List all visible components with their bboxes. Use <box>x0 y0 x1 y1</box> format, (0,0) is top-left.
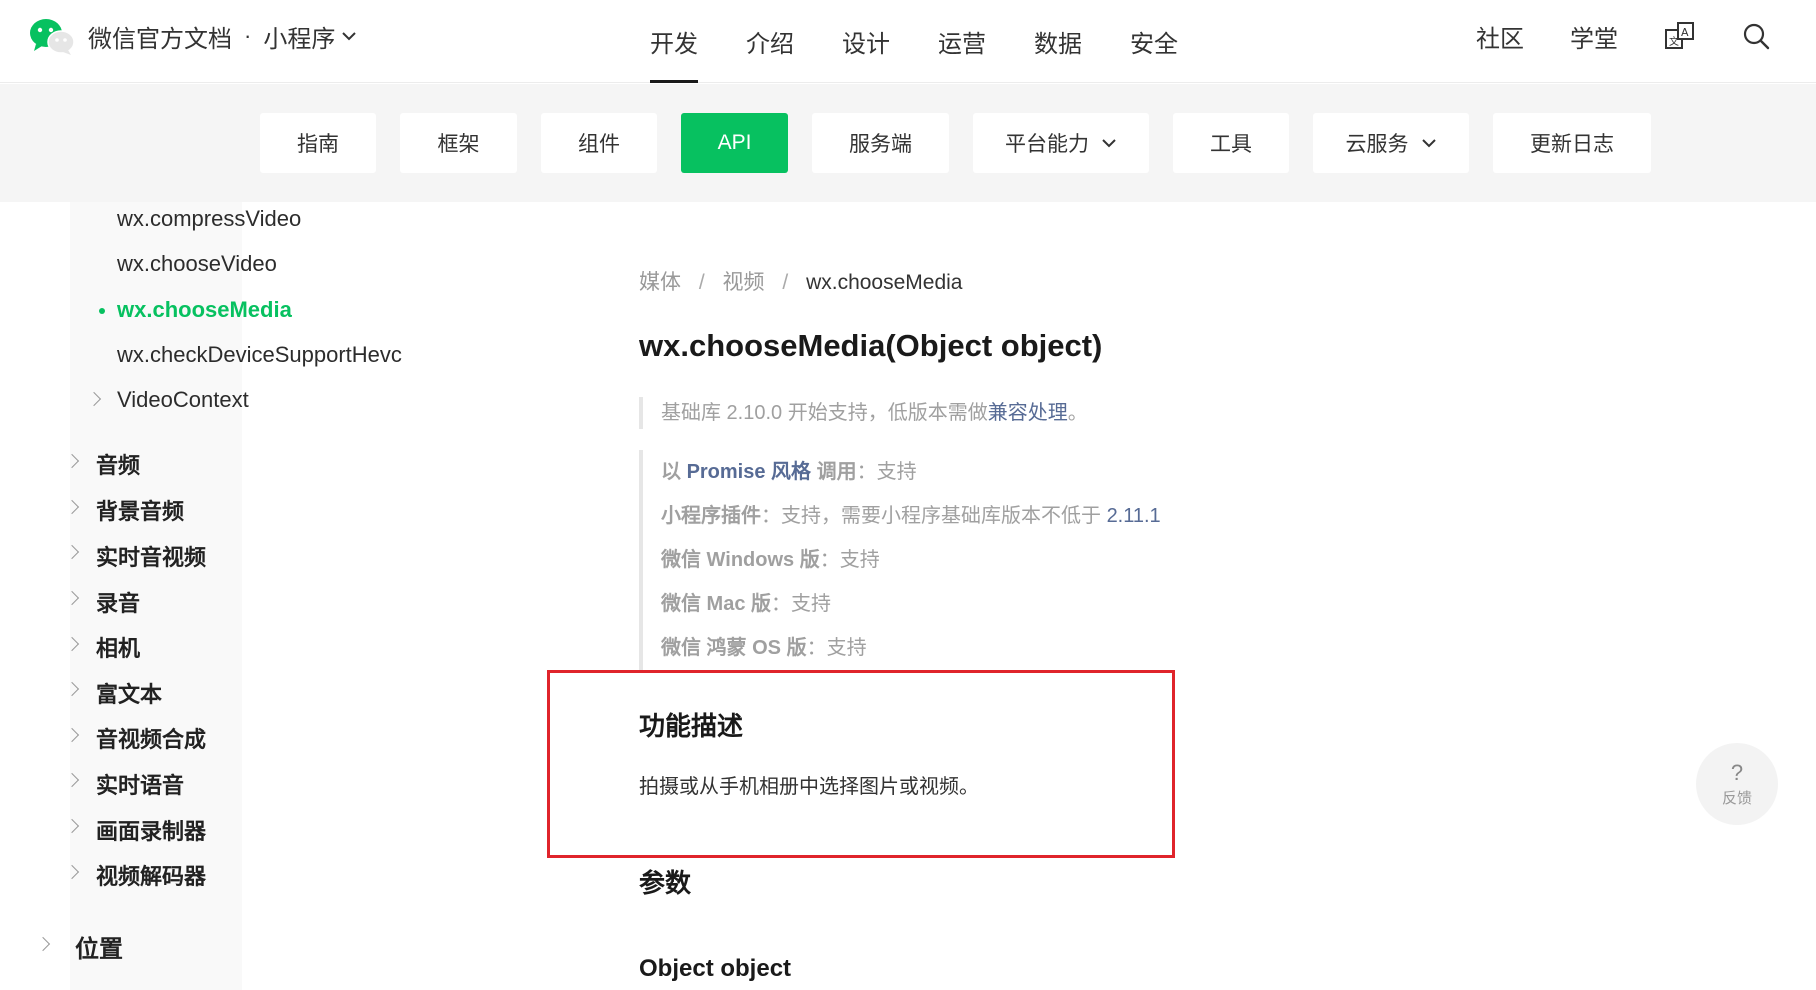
chevron-down-icon <box>1421 139 1436 148</box>
highlight-box <box>547 670 1175 858</box>
support-row-harmony: 微信 鸿蒙 OS 版：支持 <box>661 626 1161 670</box>
support-row-promise: 以 Promise 风格 调用：支持 <box>661 450 1161 494</box>
tab-label: 服务端 <box>849 133 912 156</box>
nav-security[interactable]: 安全 <box>1130 0 1178 83</box>
nav-design[interactable]: 设计 <box>842 0 890 83</box>
tab-tools[interactable]: 工具 <box>1173 113 1289 173</box>
support-value: ：支持 <box>856 461 917 483</box>
tab-platform[interactable]: 平台能力 <box>973 113 1149 173</box>
support-row-mac: 微信 Mac 版：支持 <box>661 582 1161 626</box>
page-title: wx.chooseMedia(Object object) <box>639 328 1103 363</box>
breadcrumb: 媒体 / 视频 / wx.chooseMedia <box>639 266 962 296</box>
sidebar-item-location[interactable]: 位置 <box>75 929 123 964</box>
tab-label: 平台能力 <box>1005 133 1089 156</box>
product-switcher[interactable]: 小程序 <box>263 19 357 54</box>
support-value: ：支持 <box>771 593 832 615</box>
support-row-plugin: 小程序插件：支持，需要小程序基础库版本不低于 2.11.1 <box>661 494 1161 538</box>
support-matrix: 以 Promise 风格 调用：支持 小程序插件：支持，需要小程序基础库版本不低… <box>639 450 1161 670</box>
wechat-logo-icon <box>28 16 76 56</box>
brand-separator: · <box>244 23 252 48</box>
support-label: 微信 Windows 版 <box>661 549 820 571</box>
sidebar-item-audio[interactable]: 音频 <box>96 448 140 480</box>
sidebar: wx.compressVideo wx.chooseVideo wx.choos… <box>0 202 494 990</box>
help-icon: ? <box>1730 759 1744 785</box>
support-note: 基础库 2.10.0 开始支持，低版本需做兼容处理。 <box>639 397 1088 429</box>
sidebar-item-recorder[interactable]: 录音 <box>96 586 140 618</box>
tab-components[interactable]: 组件 <box>541 113 657 173</box>
doc-content: 媒体 / 视频 / wx.chooseMedia wx.chooseMedia(… <box>494 202 1816 990</box>
support-value: ：支持 <box>806 637 867 659</box>
tab-label: 框架 <box>437 133 480 156</box>
support-value: ：支持，需要小程序基础库版本不低于 <box>761 505 1107 527</box>
nav-data[interactable]: 数据 <box>1034 0 1082 83</box>
sub-tab-bar: 指南 框架 组件 API 服务端 平台能力 工具 云服务 更新日志 <box>0 84 1816 202</box>
feedback-label: 反馈 <box>1721 789 1752 807</box>
main-nav: 开发 介绍 设计 运营 数据 安全 <box>650 0 1226 83</box>
support-note-end: 。 <box>1067 402 1088 424</box>
section-title-params: 参数 <box>639 868 692 898</box>
tab-guide[interactable]: 指南 <box>260 113 376 173</box>
sidebar-item-live[interactable]: 实时音视频 <box>96 540 206 572</box>
support-label: 微信 Mac 版 <box>661 593 772 615</box>
nav-develop[interactable]: 开发 <box>650 0 698 83</box>
chevron-down-icon <box>342 32 357 41</box>
nav-academy[interactable]: 学堂 <box>1570 19 1618 54</box>
compat-link[interactable]: 兼容处理 <box>988 402 1068 424</box>
support-row-windows: 微信 Windows 版：支持 <box>661 538 1161 582</box>
support-label: 调用 <box>811 461 857 483</box>
breadcrumb-video[interactable]: 视频 <box>723 271 765 294</box>
sidebar-item-video-decoder[interactable]: 视频解码器 <box>96 859 206 891</box>
tab-label: 指南 <box>297 133 339 156</box>
sidebar-item-screen-recorder[interactable]: 画面录制器 <box>96 814 206 846</box>
section-title-object: Object object <box>639 955 792 982</box>
breadcrumb-separator: / <box>698 271 705 294</box>
svg-text:A: A <box>1681 26 1689 39</box>
tab-label: 工具 <box>1210 133 1252 156</box>
support-value: ：支持 <box>819 549 880 571</box>
svg-text:文: 文 <box>1669 35 1679 48</box>
tab-label: 更新日志 <box>1530 133 1614 156</box>
nav-intro[interactable]: 介绍 <box>746 0 794 83</box>
breadcrumb-media[interactable]: 媒体 <box>639 271 681 294</box>
tab-framework[interactable]: 框架 <box>400 113 517 173</box>
sidebar-item-bg-audio[interactable]: 背景音频 <box>96 494 184 526</box>
tab-changelog[interactable]: 更新日志 <box>1493 113 1651 173</box>
tab-label: 云服务 <box>1345 133 1409 156</box>
tab-label: API <box>717 131 752 154</box>
nav-community[interactable]: 社区 <box>1476 19 1524 54</box>
support-label: 以 <box>661 461 687 483</box>
sidebar-item-camera[interactable]: 相机 <box>96 631 140 663</box>
search-icon[interactable] <box>1742 22 1770 50</box>
sidebar-item-video-context[interactable]: VideoContext <box>117 387 249 413</box>
support-note-text: 基础库 2.10.0 开始支持，低版本需做 <box>661 402 988 424</box>
brand-title: 微信官方文档 <box>88 25 232 53</box>
right-nav: 社区 学堂 A 文 <box>1476 0 1816 72</box>
nav-operate[interactable]: 运营 <box>938 0 986 83</box>
sidebar-item-compress-video[interactable]: wx.compressVideo <box>117 206 301 232</box>
translate-icon[interactable]: A 文 <box>1664 20 1696 52</box>
sidebar-item-media-container[interactable]: 音视频合成 <box>96 722 206 754</box>
tab-server[interactable]: 服务端 <box>812 113 949 173</box>
product-switcher-label: 小程序 <box>263 25 336 53</box>
sidebar-item-choose-video[interactable]: wx.chooseVideo <box>117 251 277 277</box>
tab-label: 组件 <box>578 133 620 156</box>
support-label: 微信 鸿蒙 OS 版 <box>661 637 807 659</box>
feedback-button[interactable]: ? 反馈 <box>1696 743 1778 825</box>
chevron-right-icon[interactable] <box>35 936 51 952</box>
support-version: 2.11.1 <box>1106 505 1161 527</box>
chevron-down-icon <box>1102 139 1116 148</box>
brand[interactable]: 微信官方文档 · 小程序 <box>28 16 357 56</box>
sidebar-item-choose-media[interactable]: wx.chooseMedia <box>117 297 292 323</box>
promise-style-link[interactable]: Promise 风格 <box>687 461 811 483</box>
active-dot-icon <box>99 308 105 314</box>
sidebar-item-check-hevc[interactable]: wx.checkDeviceSupportHevc <box>117 342 402 368</box>
sidebar-item-rich-text[interactable]: 富文本 <box>96 677 162 709</box>
tab-api[interactable]: API <box>681 113 788 173</box>
breadcrumb-current: wx.chooseMedia <box>806 271 963 294</box>
breadcrumb-separator: / <box>782 271 789 294</box>
support-label: 小程序插件 <box>661 505 761 527</box>
top-navbar: 微信官方文档 · 小程序 开发 介绍 设计 运营 数据 安全 社区 学堂 A 文 <box>0 0 1816 83</box>
sidebar-item-voip[interactable]: 实时语音 <box>96 768 184 800</box>
tab-cloud[interactable]: 云服务 <box>1313 113 1469 173</box>
